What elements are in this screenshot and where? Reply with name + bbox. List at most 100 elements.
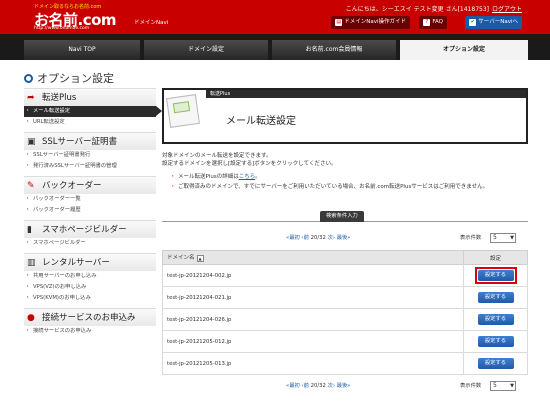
pager-bottom: «最初 ‹前 20/32 次› 最後» 表示件数 5 ▼	[162, 380, 528, 392]
sidebar-section-title: SSLサーバー証明書	[42, 137, 117, 147]
per-page-label: 表示件数	[460, 235, 482, 241]
logout-link[interactable]: ログアウト	[492, 6, 522, 13]
sidebar-section-title: 接続サービスのお申込み	[42, 313, 136, 323]
sidebar-item-backorder-list[interactable]: バックオーダー一覧	[24, 194, 156, 205]
column-domain-label: ドメイン名	[167, 255, 195, 261]
service-illustration	[166, 94, 200, 128]
sidebar-section-tenso-plus[interactable]: ➦ 転送Plus	[24, 88, 156, 106]
details-link[interactable]: こちら	[239, 174, 256, 180]
sidebar-section-title: バックオーダー	[42, 181, 102, 191]
table-row: test-jp-20121205-012.jp 設定する	[162, 330, 528, 353]
sidebar-item-ssl-manage[interactable]: 発行済みSSLサーバー証明書の管理	[24, 161, 156, 172]
main-content: 転送Plus メール転送設定 対象ドメインのメール転送を設定できます。 設定する…	[162, 88, 528, 391]
column-setting: 設定	[463, 250, 528, 265]
sidebar-item-ssl-issue[interactable]: SSLサーバー証明書発行	[24, 150, 156, 161]
sidebar-section-title: 転送Plus	[42, 93, 77, 103]
table-row: test-jp-20121204-026.jp 設定する	[162, 308, 528, 331]
description-line: 設定するドメインを選択し[設定する]ボタンをクリックしてください。	[162, 161, 337, 167]
pager-links: «最初 ‹前 20/32 次› 最後»	[286, 380, 351, 392]
page-title: オプション設定	[24, 70, 114, 86]
pager-last[interactable]: 最後»	[337, 383, 351, 389]
tab-domain-settings[interactable]: ドメイン設定	[144, 40, 268, 60]
setting-cell: 設定する	[463, 352, 528, 375]
logo-subtitle: ドメインNavi	[134, 20, 169, 26]
pager-first[interactable]: «最初	[286, 235, 300, 241]
sidebar-item-vps-kvm[interactable]: VPS(KVM)のお申し込み	[24, 293, 156, 304]
table-header-row: ドメイン名 ▲ 設定	[162, 250, 528, 265]
description-line: 対象ドメインのメール転送を設定できます。	[162, 153, 272, 159]
pager-links: «最初 ‹前 20/32 次› 最後»	[286, 232, 351, 244]
faq-label: FAQ	[432, 19, 443, 25]
note-item: ご取得済みのドメインで、すでにサーバーをご利用いただいている場合、お名前.com…	[170, 183, 528, 191]
pager-last[interactable]: 最後»	[337, 235, 351, 241]
circle-icon	[24, 74, 33, 83]
server-navi-button[interactable]: ✔ サーバーNaviへ	[465, 16, 522, 29]
pager-first[interactable]: «最初	[286, 383, 300, 389]
per-page-select[interactable]: 5 ▼	[490, 381, 516, 391]
domain-cell: test-jp-20121205-013.jp	[162, 352, 464, 375]
note-item: メール転送Plusの詳細はこちら。	[170, 173, 528, 181]
pager-top: «最初 ‹前 20/32 次› 最後» 表示件数 5 ▼	[162, 232, 528, 244]
per-page-label: 表示件数	[460, 383, 482, 389]
sidebar-section-ssl[interactable]: ▣ SSLサーバー証明書	[24, 132, 156, 150]
user-greeting: こんにちは、シーエスイ テスト変更 さん[1418753] ログアウト	[346, 4, 522, 13]
sidebar-item-vps-vz[interactable]: VPS(VZ)のお申し込み	[24, 282, 156, 293]
column-domain: ドメイン名 ▲	[162, 250, 464, 265]
sidebar-item-backorder-history[interactable]: バックオーダー履歴	[24, 205, 156, 216]
configure-button[interactable]: 設定する	[477, 358, 514, 369]
server-navi-label: サーバーNaviへ	[478, 19, 518, 25]
search-conditions-tab[interactable]: 検索条件入力	[320, 211, 364, 222]
sidebar-item-mail-forward[interactable]: メール転送設定	[24, 106, 162, 117]
page-title-text: オプション設定	[37, 72, 114, 85]
envelope-icon	[172, 101, 191, 114]
setting-cell: 設定する	[463, 286, 528, 309]
check-icon: ✔	[469, 19, 477, 26]
faq-button[interactable]: ? FAQ	[419, 16, 447, 29]
note-text: メール転送Plusの詳細は	[178, 174, 239, 180]
sidebar-item-connect-apply[interactable]: 接続サービスのお申込み	[24, 326, 156, 337]
pager-next[interactable]: 次›	[328, 235, 335, 241]
per-page-value: 5	[493, 382, 497, 389]
sidebar-section-smartphone[interactable]: ▮ スマホページビルダー	[24, 220, 156, 238]
logo-url: http://www.onamae.com	[34, 26, 90, 31]
configure-button[interactable]: 設定する	[477, 270, 514, 281]
onamae-logo[interactable]: ドメイン取るならお名前.com お名前.com http://www.onama…	[34, 3, 130, 31]
chevron-down-icon: ▼	[510, 383, 514, 389]
sidebar-section-connect[interactable]: ● 接続サービスのお申込み	[24, 308, 156, 326]
navi-guide-button[interactable]: ▤ ドメインNavi操作ガイド	[331, 16, 410, 29]
smartphone-icon: ▮	[27, 225, 32, 235]
pager-next[interactable]: 次›	[328, 383, 335, 389]
server-icon: ▥	[27, 258, 36, 268]
highlight-frame: 設定する	[474, 267, 517, 284]
book-icon: ▤	[335, 19, 343, 26]
main-nav: Navi TOP ドメイン設定 お名前.com会員情報 オプション設定	[0, 34, 550, 60]
configure-button[interactable]: 設定する	[477, 314, 514, 325]
ssl-icon: ▣	[27, 137, 36, 147]
sidebar: ➦ 転送Plus メール転送設定 URL転送設定 ▣ SSLサーバー証明書 SSLサ…	[24, 88, 162, 337]
configure-button[interactable]: 設定する	[477, 292, 514, 303]
banner-title: メール転送設定	[226, 116, 296, 127]
pager-prev[interactable]: ‹前	[302, 235, 309, 241]
setting-cell: 設定する	[463, 264, 528, 287]
chevron-down-icon: ▼	[510, 235, 514, 241]
sort-icon[interactable]: ▲	[196, 255, 204, 262]
tab-member-info[interactable]: お名前.com会員情報	[272, 40, 396, 60]
tab-option-settings[interactable]: オプション設定	[400, 40, 528, 60]
sidebar-section-rental-server[interactable]: ▥ レンタルサーバー	[24, 253, 156, 271]
domain-cell: test-jp-20121205-012.jp	[162, 330, 464, 353]
sidebar-section-backorder[interactable]: ✎ バックオーダー	[24, 176, 156, 194]
per-page-select[interactable]: 5 ▼	[490, 233, 516, 243]
service-banner: 転送Plus メール転送設定	[162, 88, 528, 144]
sidebar-item-url-forward[interactable]: URL転送設定	[24, 117, 156, 128]
sidebar-item-smartphone-builder[interactable]: スマホページビルダー	[24, 238, 156, 249]
pager-prev[interactable]: ‹前	[302, 383, 309, 389]
banner-strip: 転送Plus	[206, 90, 526, 98]
sidebar-item-shared-server[interactable]: 共用サーバーのお申し込み	[24, 271, 156, 282]
tab-navi-top[interactable]: Navi TOP	[24, 40, 140, 60]
configure-button[interactable]: 設定する	[477, 336, 514, 347]
description: 対象ドメインのメール転送を設定できます。 設定するドメインを選択し[設定する]ボ…	[162, 152, 336, 168]
top-header: ドメイン取るならお名前.com お名前.com http://www.onama…	[0, 0, 550, 34]
search-divider: 検索条件入力	[162, 210, 528, 222]
table-row: test-jp-20121205-013.jp 設定する	[162, 352, 528, 375]
pager-current: 20/32	[310, 383, 326, 389]
